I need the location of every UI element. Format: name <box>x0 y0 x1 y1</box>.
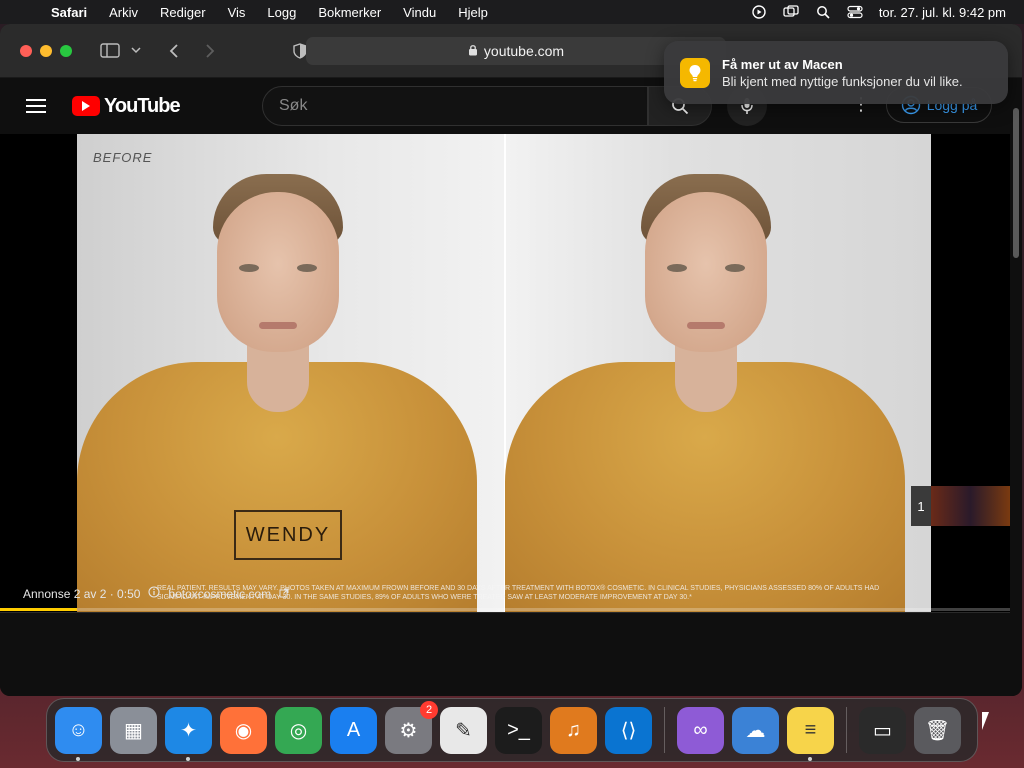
spotlight-search-icon[interactable] <box>815 5 831 19</box>
ad-progress-fill <box>0 608 77 611</box>
running-indicator <box>186 756 190 761</box>
control-center-icon[interactable] <box>847 5 863 19</box>
macos-dock: ☺ ▦ ✦ ◉ ◎ A ⚙ 2 ✎ >_ ♫ ⟨⟩ ∞ ☁ ≡ ▭ 🗑 <box>46 698 978 762</box>
dock-app-safari[interactable]: ✦ <box>165 706 212 761</box>
dock-app-firefox[interactable]: ◉ <box>220 706 267 754</box>
notification-badge: 2 <box>420 700 438 719</box>
name-plate: WENDY <box>234 510 342 560</box>
dock-app-system-settings[interactable]: ⚙ 2 <box>385 700 438 754</box>
lock-icon <box>468 43 478 59</box>
running-indicator <box>808 756 812 761</box>
sidebar-toggle-icon[interactable] <box>98 39 122 63</box>
menu-vis[interactable]: Vis <box>217 5 257 20</box>
chrome-icon: ◎ <box>289 719 308 742</box>
screen-mirroring-icon[interactable] <box>783 5 799 19</box>
ad-link[interactable]: botoxcosmetic.com <box>168 587 271 601</box>
garageband-icon: ♫ <box>566 718 581 741</box>
close-window-button[interactable] <box>20 44 32 57</box>
youtube-play-icon <box>72 96 100 116</box>
dock-app-trash[interactable]: 🗑 <box>914 706 961 754</box>
info-icon[interactable] <box>148 586 160 601</box>
hamburger-menu-icon[interactable] <box>26 99 46 113</box>
external-link-icon[interactable] <box>279 587 289 601</box>
notification-body: Bli kjent med nyttige funksjoner du vil … <box>722 73 963 89</box>
before-person-image: WENDY <box>77 172 477 612</box>
mouse-cursor <box>982 712 989 730</box>
textedit-icon: ✎ <box>455 719 472 742</box>
window-controls <box>20 44 72 57</box>
visual-studio-icon: ∞ <box>693 718 708 741</box>
address-bar[interactable]: youtube.com <box>306 37 726 65</box>
minimize-window-button[interactable] <box>40 44 52 57</box>
dock-separator <box>664 707 665 753</box>
finder-icon: ☺ <box>68 718 89 741</box>
url-text: youtube.com <box>483 43 565 59</box>
terminal-icon: >_ <box>507 718 530 741</box>
dock-separator <box>846 707 847 753</box>
video-frame[interactable]: WENDY BEFORE REAL PATIENT. RESULTS MAY V… <box>77 134 931 612</box>
page-scrollbar[interactable] <box>1010 78 1022 696</box>
chevron-down-icon[interactable] <box>124 39 148 63</box>
system-settings-icon: ⚙ <box>399 719 418 742</box>
ad-counter: Annonse 2 av 2 · 0:50 <box>23 586 141 601</box>
play-status-icon[interactable] <box>751 5 767 19</box>
app-store-icon: A <box>346 718 361 741</box>
dock-app-launchpad[interactable]: ▦ <box>110 706 157 754</box>
video-player[interactable]: WENDY BEFORE REAL PATIENT. RESULTS MAY V… <box>0 134 1010 612</box>
menu-app-name[interactable]: Safari <box>40 5 98 20</box>
youtube-wordmark: YouTube <box>104 94 181 117</box>
menu-bokmerker[interactable]: Bokmerker <box>307 5 392 20</box>
vscode-icon: ⟨⟩ <box>620 719 637 742</box>
dock-app-terminal[interactable]: >_ <box>495 706 542 754</box>
back-arrow-icon[interactable] <box>162 39 186 63</box>
dock-app-textedit[interactable]: ✎ <box>440 706 487 754</box>
dock-app-garageband[interactable]: ♫ <box>550 706 597 754</box>
trash-icon: 🗑 <box>924 719 951 742</box>
menu-arkiv[interactable]: Arkiv <box>98 5 149 20</box>
safari-window: youtube.com YouTube Søk ⋮ Logg på WENDY … <box>0 24 1022 696</box>
before-label: BEFORE <box>93 150 153 165</box>
weather-icon: ☁ <box>745 719 766 742</box>
youtube-logo[interactable]: YouTube <box>72 94 181 118</box>
menu-rediger[interactable]: Rediger <box>149 5 217 20</box>
notes-icon: ≡ <box>804 718 817 741</box>
after-person-image <box>505 172 905 612</box>
scrollbar-thumb[interactable] <box>1013 108 1019 258</box>
queue-count[interactable]: 1 <box>911 486 931 526</box>
fullscreen-window-button[interactable] <box>60 44 72 57</box>
dock-app-chrome[interactable]: ◎ <box>275 706 322 754</box>
dock-app-notes[interactable]: ≡ <box>787 706 834 761</box>
lightbulb-icon <box>680 57 710 88</box>
preview-window-icon: ▭ <box>873 719 892 742</box>
search-input[interactable]: Søk <box>262 86 648 126</box>
below-player-area <box>0 612 1010 696</box>
dock-app-visual-studio[interactable]: ∞ <box>677 706 724 754</box>
ad-progress-bar[interactable] <box>0 608 1010 611</box>
dock-app-finder[interactable]: ☺ <box>55 706 102 761</box>
menubar-clock[interactable]: tor. 27. jul. kl. 9:42 pm <box>879 5 1006 20</box>
menu-vindu[interactable]: Vindu <box>392 5 447 20</box>
menu-hjelp[interactable]: Hjelp <box>447 5 499 20</box>
macos-menubar: Safari Arkiv Rediger Vis Logg Bokmerker … <box>0 0 1024 24</box>
ad-info: Annonse 2 av 2 · 0:50 botoxcosmetic.com <box>23 586 289 601</box>
dock-app-vscode[interactable]: ⟨⟩ <box>605 706 652 754</box>
menu-logg[interactable]: Logg <box>256 5 307 20</box>
tips-notification[interactable]: Få mer ut av Macen Bli kjent med nyttige… <box>664 41 1008 104</box>
notification-title: Få mer ut av Macen <box>722 56 843 72</box>
launchpad-icon: ▦ <box>124 719 143 742</box>
forward-arrow-icon[interactable] <box>198 39 222 63</box>
next-video-thumbnail[interactable] <box>931 486 1010 526</box>
dock-app-preview-window[interactable]: ▭ <box>859 706 906 754</box>
firefox-icon: ◉ <box>234 719 253 742</box>
safari-icon: ✦ <box>180 719 197 742</box>
dock-app-app-store[interactable]: A <box>330 706 377 754</box>
running-indicator <box>76 756 80 761</box>
dock-app-weather[interactable]: ☁ <box>732 706 779 754</box>
